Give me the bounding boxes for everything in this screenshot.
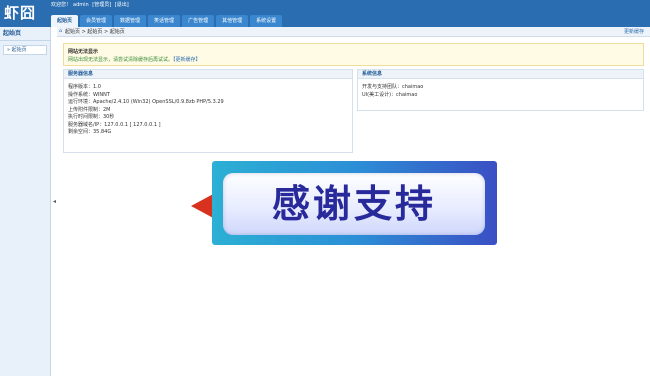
notice-title: 网站无法显示 xyxy=(68,49,99,55)
notice-text: 网站出现无法显示，请尝试清除缓存后再试试。【更新缓存】 xyxy=(68,56,201,63)
server-info-panel: 服务器信息 程序版本：1.0 操作系统：WINNT 运行环境：Apache/2.… xyxy=(63,69,353,153)
info-row: 操作系统：WINNT xyxy=(68,91,110,98)
info-row: 程序版本：1.0 xyxy=(68,84,101,90)
site-logo: 虾囧 xyxy=(4,4,37,22)
role-link[interactable]: [管理员] xyxy=(92,2,111,8)
tab-data[interactable]: 数据管理 xyxy=(114,15,147,27)
thanks-banner: 感谢支持 xyxy=(185,159,497,245)
tab-home[interactable]: 起始页 xyxy=(51,15,79,27)
info-row: 运行环境：Apache/2.4.10 (Win32) OpenSSL/0.9.8… xyxy=(68,99,224,105)
info-row: 上传附件限制：2M xyxy=(68,106,111,113)
tab-jokes[interactable]: 笑话管理 xyxy=(148,15,181,27)
top-header: 虾囧 欢迎您！ admin [管理员] [退出] 起始页 会员管理 数据管理 笑话… xyxy=(0,0,650,27)
sidebar: 起始页 » 起始页 xyxy=(0,27,51,376)
notice-box: 网站无法显示 网站出现无法显示，请尝试清除缓存后再试试。【更新缓存】 xyxy=(63,43,644,66)
banner-frame: 感谢支持 xyxy=(212,161,497,245)
welcome-text: 欢迎您！ xyxy=(51,2,72,8)
info-row: 服务器域名/IP：127.0.0.1 [ 127.0.0.1 ] xyxy=(68,121,161,128)
notice-update-link[interactable]: 【更新缓存】 xyxy=(173,57,201,63)
main-nav: 起始页 会员管理 数据管理 笑话管理 广告管理 其他管理 系统设置 xyxy=(51,15,284,27)
info-row: UI(美工设计)：chaimao xyxy=(362,91,418,98)
info-row: 执行时间限制：30秒 xyxy=(68,114,115,120)
tab-other[interactable]: 其他管理 xyxy=(216,15,249,27)
sidebar-title: 起始页 xyxy=(0,27,50,41)
home-icon: ⌂ xyxy=(59,28,63,34)
banner-text: 感谢支持 xyxy=(271,182,436,226)
tab-settings[interactable]: 系统设置 xyxy=(250,15,283,27)
panel-title: 服务器信息 xyxy=(64,70,352,79)
username: admin xyxy=(73,2,89,8)
info-row: 剩余空间：35.84G xyxy=(68,129,112,135)
panel-title: 系统信息 xyxy=(358,70,643,79)
system-info-panel: 系统信息 开发与支持团队：chaimao UI(美工设计)：chaimao xyxy=(357,69,644,111)
breadcrumb-bar: ⌂ 起始页 > 起始页 > 起始页 更新缓存 xyxy=(57,27,650,37)
info-row: 开发与支持团队：chaimao xyxy=(362,84,424,90)
breadcrumb: 起始页 > 起始页 > 起始页 xyxy=(65,29,125,35)
tab-ads[interactable]: 广告管理 xyxy=(182,15,215,27)
welcome-bar: 欢迎您！ admin [管理员] [退出] xyxy=(51,2,131,9)
notice-message: 网站出现无法显示，请尝试清除缓存后再试试。 xyxy=(68,57,174,63)
banner-panel: 感谢支持 xyxy=(223,173,485,235)
logout-link[interactable]: [退出] xyxy=(115,2,129,8)
tab-members[interactable]: 会员管理 xyxy=(80,15,113,27)
refresh-cache-link[interactable]: 更新缓存 xyxy=(624,28,644,36)
sidebar-item-home[interactable]: » 起始页 xyxy=(3,45,47,55)
